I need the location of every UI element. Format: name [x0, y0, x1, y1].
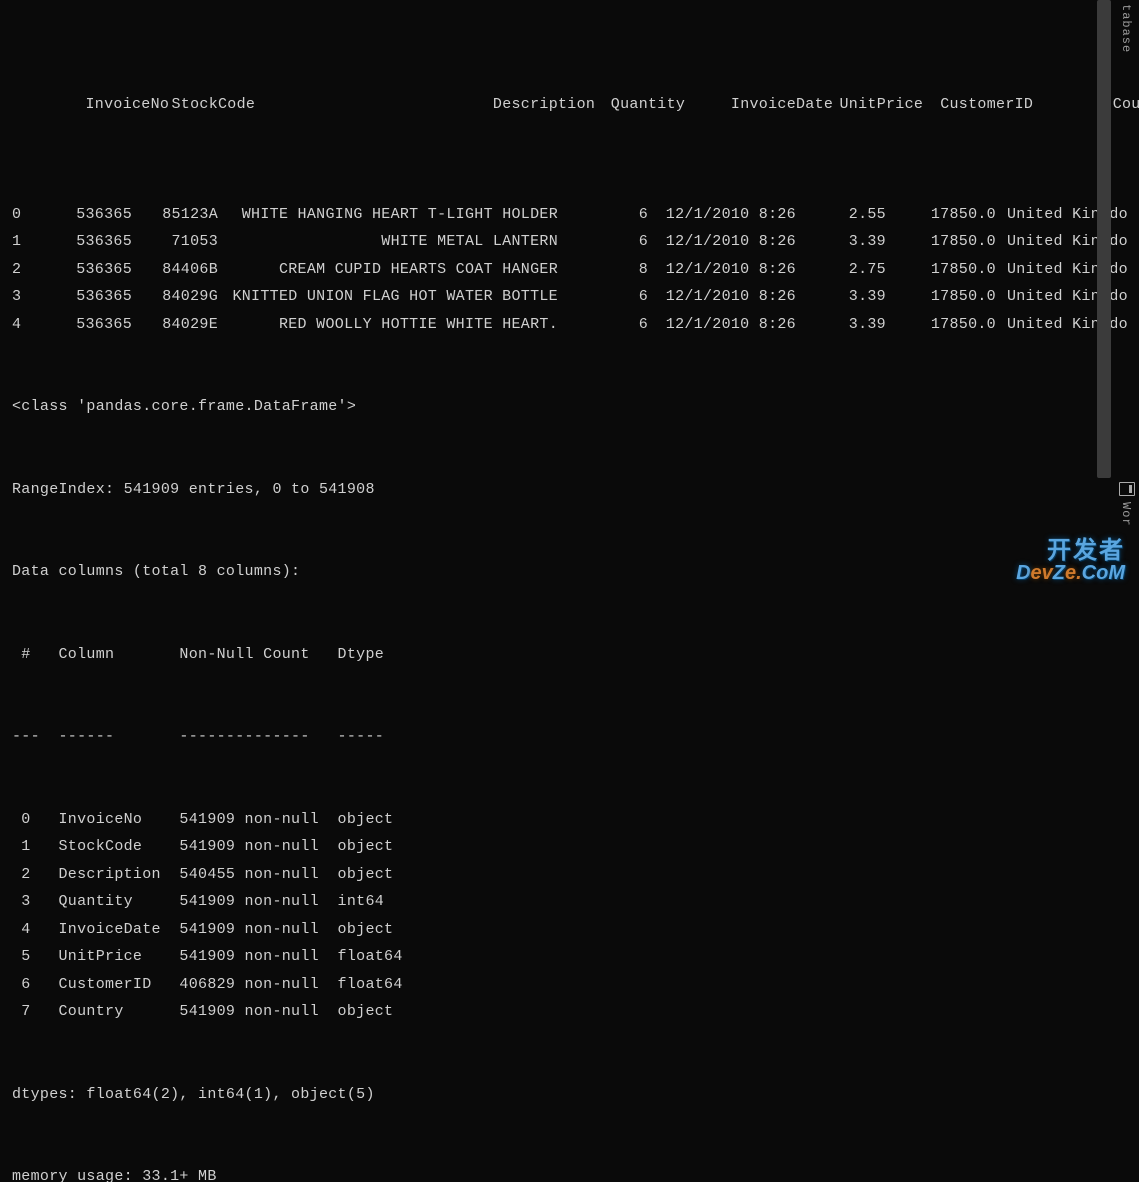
cell-stockcode: 71053	[132, 228, 218, 256]
cell-invoicedate: 12/1/2010 8:26	[648, 256, 796, 284]
info-header: # Column Non-Null Count Dtype	[12, 641, 1127, 669]
table-row: 153636571053WHITE METAL LANTERN612/1/201…	[12, 228, 1127, 256]
cell-customerid: 17850.0	[886, 311, 996, 339]
cell-quantity: 6	[558, 283, 648, 311]
info-class: <class 'pandas.core.frame.DataFrame'>	[12, 393, 1127, 421]
info-column-line: 7 Country 541909 non-null object	[12, 998, 1127, 1026]
logo-en-text: DevZe.CoM	[1016, 563, 1125, 583]
col-invoicedate: InvoiceDate	[685, 91, 833, 119]
console-output: InvoiceNoStockCodeDescriptionQuantityInv…	[0, 0, 1139, 1182]
cell-description: RED WOOLLY HOTTIE WHITE HEART.	[218, 311, 558, 339]
cell-invoicedate: 12/1/2010 8:26	[648, 201, 796, 229]
scrollbar-vertical[interactable]	[1097, 0, 1111, 478]
side-tab-wor[interactable]: Wor	[1119, 502, 1133, 527]
cell-description: KNITTED UNION FLAG HOT WATER BOTTLE	[218, 283, 558, 311]
cell-description: CREAM CUPID HEARTS COAT HANGER	[218, 256, 558, 284]
cell-quantity: 6	[558, 201, 648, 229]
dataframe-header-row: InvoiceNoStockCodeDescriptionQuantityInv…	[12, 63, 1127, 146]
cell-customerid: 17850.0	[886, 201, 996, 229]
cell-invoicedate: 12/1/2010 8:26	[648, 311, 796, 339]
col-description: Description	[255, 91, 595, 119]
info-column-line: 4 InvoiceDate 541909 non-null object	[12, 916, 1127, 944]
cell-invoiceno: 536365	[46, 283, 132, 311]
cell-invoiceno: 536365	[46, 228, 132, 256]
logo-cn-text: 开发者	[1016, 539, 1125, 563]
cell-unitprice: 2.55	[796, 201, 886, 229]
table-row: 453636584029ERED WOOLLY HOTTIE WHITE HEA…	[12, 311, 1127, 339]
side-tab-database[interactable]: tabase	[1119, 4, 1133, 53]
info-column-line: 6 CustomerID 406829 non-null float64	[12, 971, 1127, 999]
col-unitprice: UnitPrice	[833, 91, 923, 119]
row-index: 4	[12, 311, 46, 339]
table-row: 053636585123AWHITE HANGING HEART T-LIGHT…	[12, 201, 1127, 229]
col-customerid: CustomerID	[923, 91, 1033, 119]
row-index: 3	[12, 283, 46, 311]
info-column-line: 5 UnitPrice 541909 non-null float64	[12, 943, 1127, 971]
info-column-line: 0 InvoiceNo 541909 non-null object	[12, 806, 1127, 834]
cell-unitprice: 3.39	[796, 311, 886, 339]
cell-stockcode: 84406B	[132, 256, 218, 284]
col-quantity: Quantity	[595, 91, 685, 119]
cell-customerid: 17850.0	[886, 283, 996, 311]
cell-quantity: 8	[558, 256, 648, 284]
col-stockcode: StockCode	[169, 91, 255, 119]
info-column-line: 2 Description 540455 non-null object	[12, 861, 1127, 889]
panel-icon[interactable]	[1119, 482, 1135, 496]
info-column-line: 1 StockCode 541909 non-null object	[12, 833, 1127, 861]
cell-invoicedate: 12/1/2010 8:26	[648, 283, 796, 311]
cell-quantity: 6	[558, 311, 648, 339]
cell-invoiceno: 536365	[46, 311, 132, 339]
cell-unitprice: 3.39	[796, 228, 886, 256]
cell-stockcode: 84029E	[132, 311, 218, 339]
cell-unitprice: 3.39	[796, 283, 886, 311]
info-datacols: Data columns (total 8 columns):	[12, 558, 1127, 586]
cell-customerid: 17850.0	[886, 256, 996, 284]
cell-description: WHITE HANGING HEART T-LIGHT HOLDER	[218, 201, 558, 229]
cell-unitprice: 2.75	[796, 256, 886, 284]
cell-customerid: 17850.0	[886, 228, 996, 256]
cell-stockcode: 84029G	[132, 283, 218, 311]
cell-invoicedate: 12/1/2010 8:26	[648, 228, 796, 256]
info-dtypes: dtypes: float64(2), int64(1), object(5)	[12, 1081, 1127, 1109]
info-range: RangeIndex: 541909 entries, 0 to 541908	[12, 476, 1127, 504]
info-memory: memory usage: 33.1+ MB	[12, 1163, 1127, 1182]
row-index: 2	[12, 256, 46, 284]
row-index: 0	[12, 201, 46, 229]
info-divider: --- ------ -------------- -----	[12, 723, 1127, 751]
table-row: 353636584029GKNITTED UNION FLAG HOT WATE…	[12, 283, 1127, 311]
table-row: 253636584406BCREAM CUPID HEARTS COAT HAN…	[12, 256, 1127, 284]
cell-quantity: 6	[558, 228, 648, 256]
info-column-line: 3 Quantity 541909 non-null int64	[12, 888, 1127, 916]
cell-invoiceno: 536365	[46, 256, 132, 284]
col-country: Count	[1033, 91, 1139, 119]
watermark-logo: 开发者 DevZe.CoM	[1016, 539, 1125, 583]
cell-description: WHITE METAL LANTERN	[218, 228, 558, 256]
col-invoiceno: InvoiceNo	[83, 91, 169, 119]
cell-stockcode: 85123A	[132, 201, 218, 229]
row-index: 1	[12, 228, 46, 256]
cell-invoiceno: 536365	[46, 201, 132, 229]
